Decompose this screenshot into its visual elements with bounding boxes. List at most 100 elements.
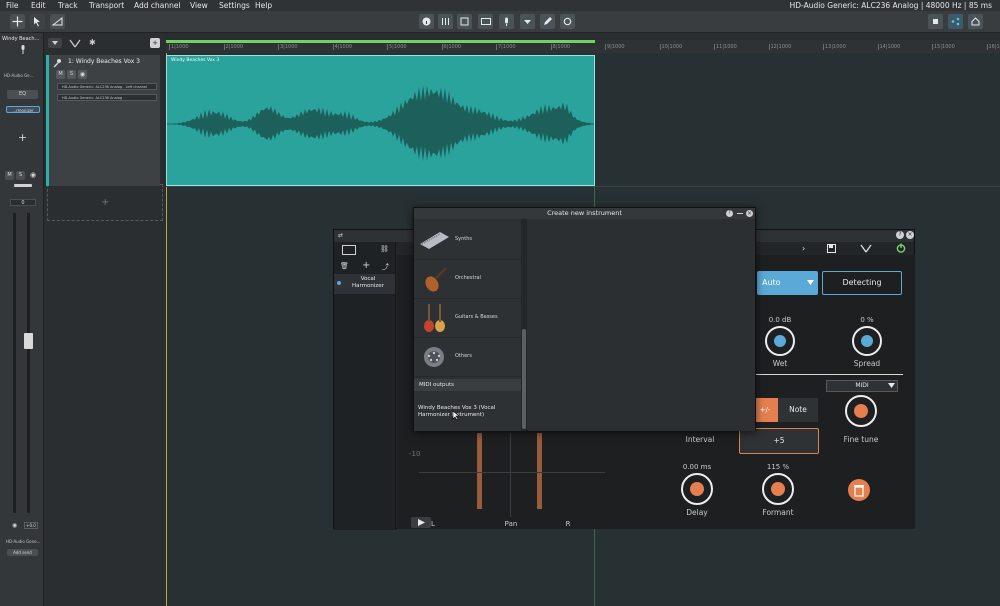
empty-track-slot[interactable]: + xyxy=(47,184,163,221)
category-guitars-label: Guitars & Basses xyxy=(455,314,498,320)
fine-tune-knob[interactable] xyxy=(845,395,877,427)
plugin-link-icon[interactable]: ⛓ xyxy=(380,245,389,253)
track-record-icon[interactable]: ◉ xyxy=(78,70,87,79)
track-output-select[interactable]: HD-Audio Generic: ALC236 Analog xyxy=(57,94,157,101)
loop-range[interactable] xyxy=(166,40,595,43)
share-icon[interactable] xyxy=(948,14,963,29)
strip-record-icon[interactable]: ◉ xyxy=(12,522,17,529)
dialog-help-icon[interactable]: ? xyxy=(726,210,733,217)
trash-icon[interactable] xyxy=(848,479,870,501)
note-button[interactable]: Note xyxy=(778,398,818,422)
menu-view[interactable]: View xyxy=(190,1,208,10)
spread-knob[interactable] xyxy=(852,326,882,356)
mouse-cursor-icon xyxy=(452,410,460,421)
menu-add-channel[interactable]: Add channel xyxy=(134,1,181,10)
midi-outputs-header: MIDI outputs xyxy=(414,379,521,391)
midi-output-item[interactable]: Windy Beaches Vox 3 (Vocal Harmonizer In… xyxy=(418,405,518,419)
pan-value[interactable]: +0.0 xyxy=(24,522,38,529)
timeline-ruler[interactable]: 1|1000 2|1000 3|1000 4|1000 5|1000 6|1000 7|10… xyxy=(166,40,1000,53)
power-icon[interactable] xyxy=(896,243,906,253)
plugin-next-icon[interactable]: › xyxy=(802,244,805,253)
ramp-tool-icon[interactable] xyxy=(50,14,65,29)
menu-help[interactable]: Help xyxy=(255,1,272,10)
menu-transport[interactable]: Transport xyxy=(89,1,124,10)
track-settings-icon[interactable]: ✱ xyxy=(89,38,96,47)
plugin-delete-icon[interactable]: 🗑 xyxy=(340,262,349,270)
strip-solo-button[interactable]: S xyxy=(16,171,25,180)
add-insert-icon[interactable]: + xyxy=(18,131,27,144)
category-guitars-basses[interactable]: Guitars & Basses xyxy=(414,299,521,338)
fader-value[interactable]: 0 xyxy=(10,199,36,206)
track-solo-button[interactable]: S xyxy=(67,70,76,79)
microphone-icon[interactable] xyxy=(499,14,514,29)
mixer-icon[interactable] xyxy=(438,14,453,29)
track-mute-button[interactable]: M xyxy=(56,70,65,79)
refresh-icon[interactable] xyxy=(560,14,575,29)
wet-knob-cap xyxy=(774,335,786,347)
detecting-button[interactable]: Detecting xyxy=(822,271,902,295)
ruler-tick: 11|1000 xyxy=(714,44,737,50)
guitar-icon xyxy=(424,304,445,332)
keyboard-icon[interactable] xyxy=(478,14,493,29)
ruler-tick: 7|1000 xyxy=(496,44,516,50)
category-synths-label: Synths xyxy=(455,236,473,242)
auto-button[interactable]: Auto xyxy=(757,271,818,295)
eq-button[interactable]: EQ xyxy=(7,90,38,99)
plugin-panel-icon[interactable] xyxy=(342,245,356,255)
plugin-export-icon[interactable]: ⤴ xyxy=(382,262,389,272)
info-icon[interactable] xyxy=(419,14,434,29)
insert-slot[interactable]: ...rmonizer xyxy=(6,106,40,113)
menu-settings[interactable]: Settings xyxy=(219,1,250,10)
audio-clip[interactable]: Windy Beaches Vox 3 xyxy=(166,55,595,186)
pencil-icon[interactable] xyxy=(540,14,555,29)
strip-track-name: Windy Beach... xyxy=(2,36,40,42)
midi-select[interactable]: MIDI xyxy=(826,380,898,392)
dialog-scrollbar[interactable] xyxy=(521,219,527,431)
menu-edit[interactable]: Edit xyxy=(31,1,46,10)
formant-knob[interactable] xyxy=(762,473,794,505)
pan-slider[interactable] xyxy=(14,184,32,187)
track-header[interactable]: 1: Windy Beaches Vox 3 M S ◉ HD-Audio Ge… xyxy=(46,55,160,186)
empty-slot-plus-icon: + xyxy=(101,197,110,208)
formant-label: Formant xyxy=(762,508,794,517)
select-tool-icon[interactable] xyxy=(30,14,45,29)
delay-knob[interactable] xyxy=(681,473,713,505)
menu-track[interactable]: Track xyxy=(58,1,78,10)
add-send-button[interactable]: Add send xyxy=(7,549,38,556)
plugin-list-item[interactable]: Vocal Harmonizer xyxy=(334,274,395,294)
play-button[interactable] xyxy=(411,517,431,528)
ruler-tick: 1|1000 xyxy=(169,44,189,50)
plugin-close-icon[interactable]: × xyxy=(906,231,914,239)
meter-right-bar xyxy=(537,433,542,509)
dialog-scroll-thumb[interactable] xyxy=(522,329,526,429)
spread-value: 0 % xyxy=(860,316,874,324)
track-name[interactable]: 1: Windy Beaches Vox 3 xyxy=(68,58,140,65)
strip-listen-icon[interactable]: ◉ xyxy=(30,171,36,179)
track-filter-button[interactable] xyxy=(48,38,62,48)
dropdown-icon[interactable] xyxy=(520,14,535,29)
add-track-icon[interactable]: + xyxy=(150,38,160,48)
plugin-route-icon[interactable] xyxy=(860,244,872,253)
wet-knob[interactable] xyxy=(765,326,795,356)
editor-icon[interactable] xyxy=(457,14,472,29)
cpu-icon[interactable] xyxy=(928,14,943,29)
dialog-close-icon[interactable]: × xyxy=(746,210,753,217)
track-route-icon[interactable] xyxy=(69,39,81,48)
category-others[interactable]: Others xyxy=(414,338,521,377)
move-tool-icon[interactable] xyxy=(10,14,25,29)
plugin-swap-icon[interactable]: ⇄ xyxy=(338,232,343,239)
plugin-help-icon[interactable]: ? xyxy=(896,231,904,239)
interval-value[interactable]: +5 xyxy=(739,428,819,454)
category-orchestral[interactable]: Orchestral xyxy=(414,260,521,299)
dialog-minimize-icon[interactable] xyxy=(737,213,743,214)
ruler-tick: 4|1000 xyxy=(332,44,353,50)
category-synths[interactable]: Synths xyxy=(414,221,521,260)
menu-file[interactable]: File xyxy=(6,1,19,10)
home-icon[interactable] xyxy=(968,14,983,29)
save-icon[interactable] xyxy=(827,244,836,253)
strip-bottom-output[interactable]: HD-Audio Gene... xyxy=(6,539,40,544)
fader-handle[interactable] xyxy=(24,333,33,349)
track-input-select[interactable]: HD-Audio Generic: ALC236 Analog - Left c… xyxy=(57,83,157,90)
strip-mute-button[interactable]: M xyxy=(5,171,14,180)
plugin-add-icon[interactable]: + xyxy=(362,260,370,271)
